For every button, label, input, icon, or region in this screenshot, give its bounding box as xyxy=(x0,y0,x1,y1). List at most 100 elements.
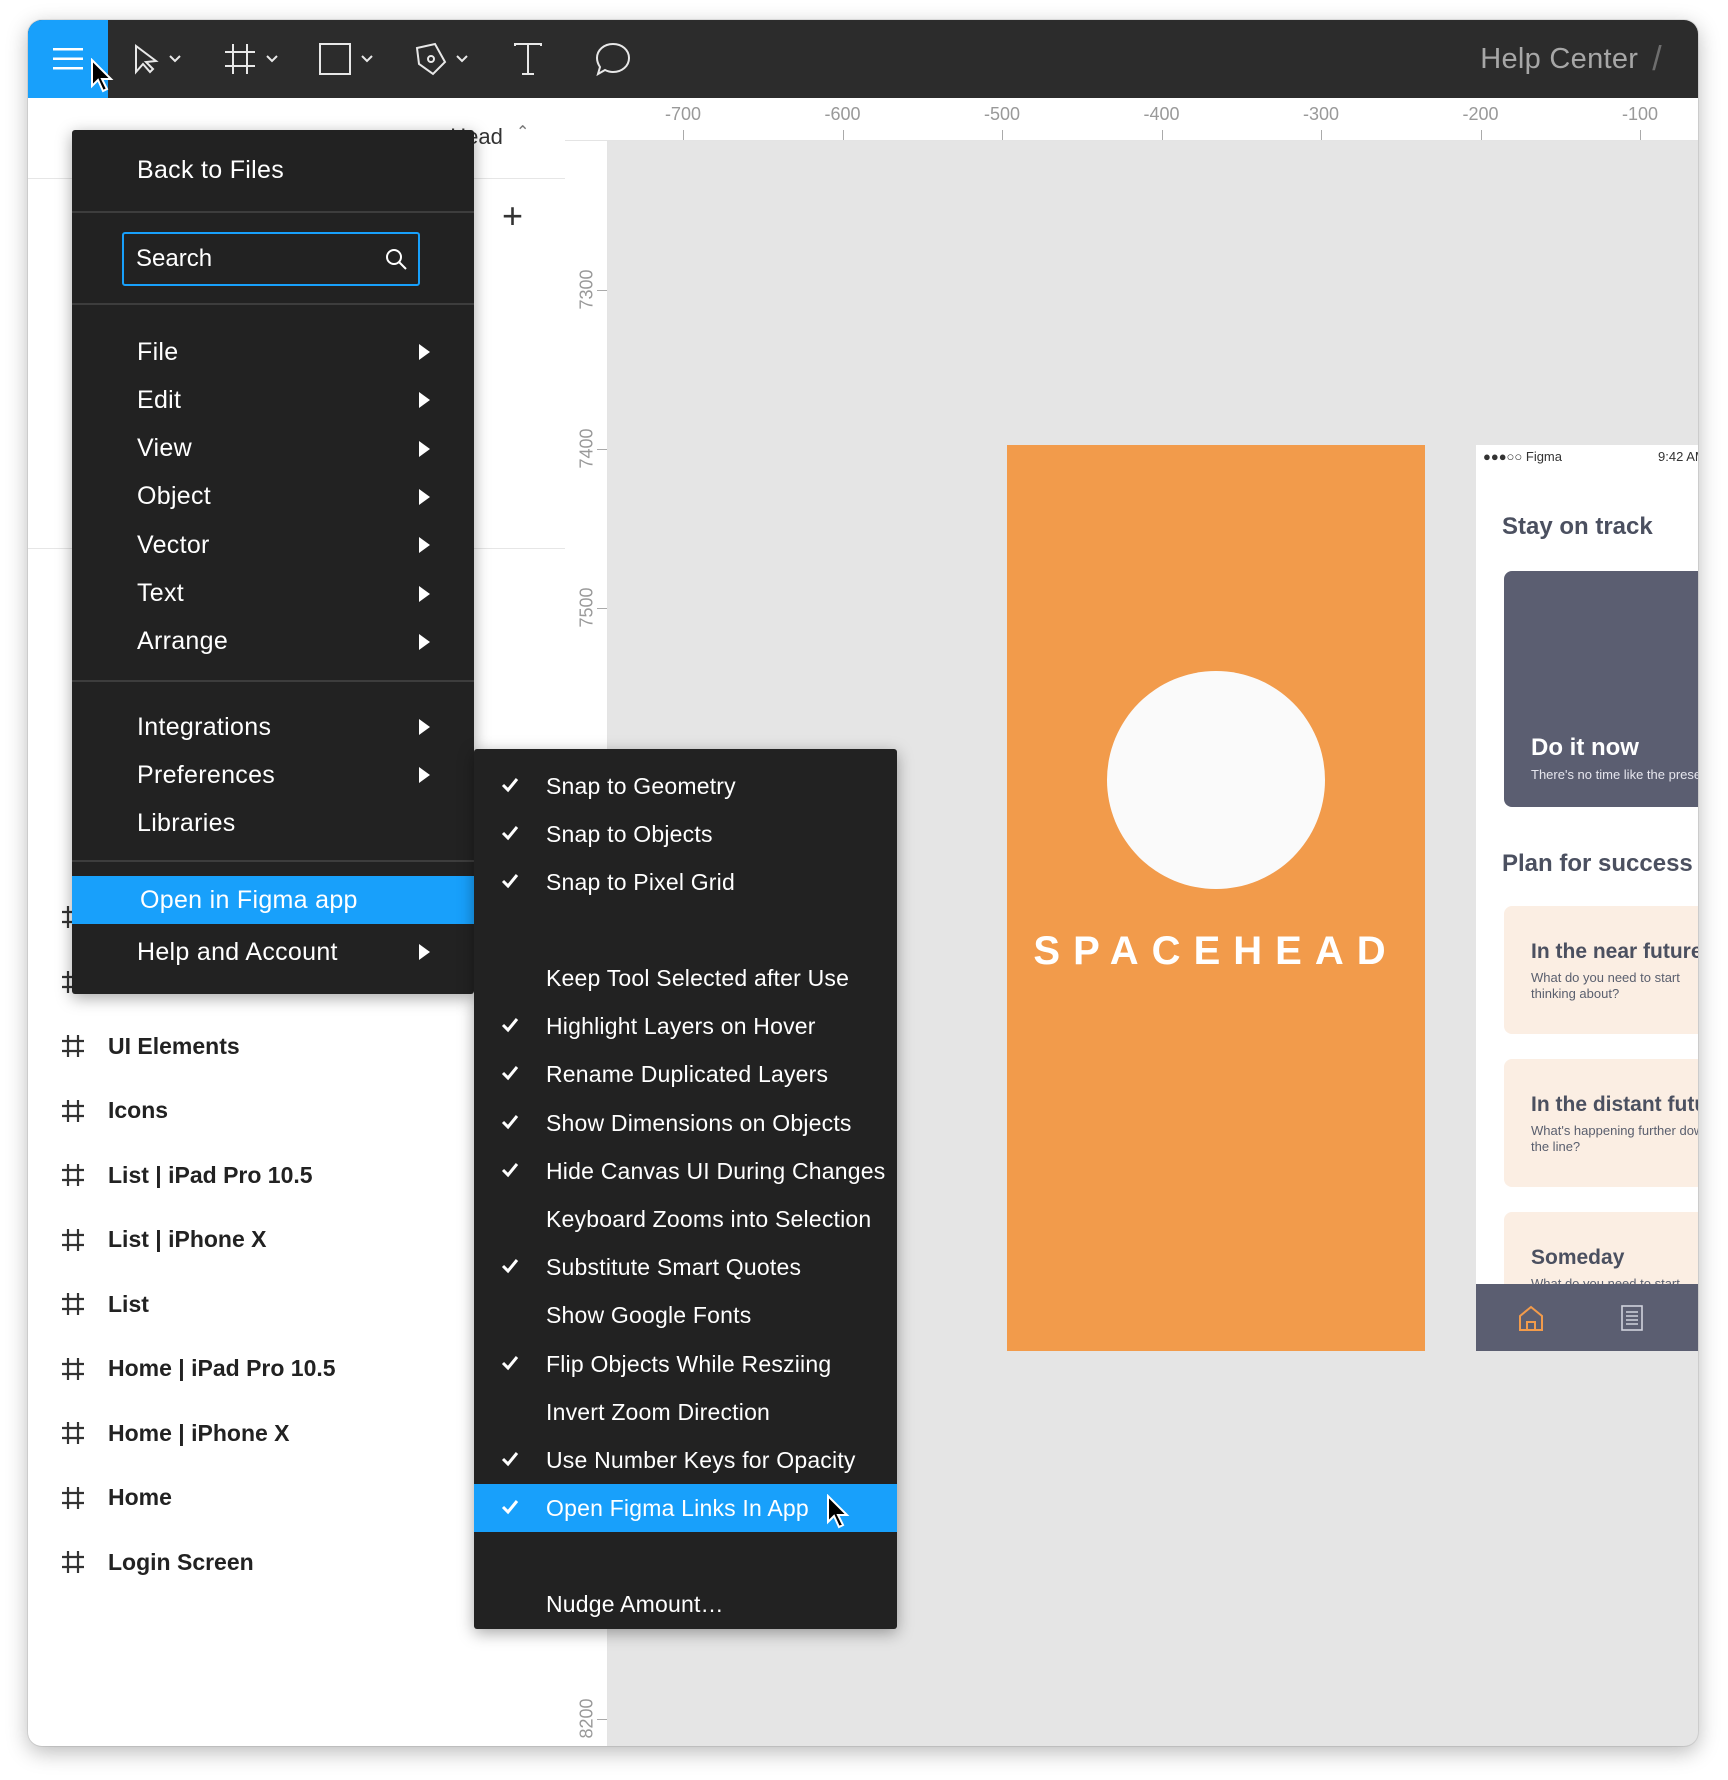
frame-icon xyxy=(62,1035,84,1057)
home-icon xyxy=(1519,1305,1543,1331)
mouse-cursor-icon xyxy=(827,1494,850,1529)
menu-item-label: Vector xyxy=(137,530,210,559)
menu-item-vector[interactable]: Vector xyxy=(72,521,474,569)
preference-label: Hide Canvas UI During Changes xyxy=(546,1157,886,1184)
layer-row[interactable]: Home | iPhone X xyxy=(60,1413,290,1453)
breadcrumb[interactable]: Help Center / xyxy=(1480,20,1662,98)
preference-label: Snap to Objects xyxy=(546,820,713,847)
preference-item[interactable]: Highlight Layers on Hover xyxy=(474,1002,897,1050)
ruler-label: -200 xyxy=(1462,104,1499,124)
preference-item[interactable]: Snap to Objects xyxy=(474,810,897,858)
preference-item[interactable]: Rename Duplicated Layers xyxy=(474,1050,897,1098)
frame-tool-button[interactable] xyxy=(218,20,288,98)
preference-item[interactable]: Nudge Amount… xyxy=(474,1580,897,1628)
layer-row[interactable]: List | iPhone X xyxy=(60,1220,267,1260)
status-time: 9:42 AM xyxy=(1658,449,1698,464)
menu-item-text[interactable]: Text xyxy=(72,570,474,618)
phone-frame[interactable]: ●●●○○ Figma 9:42 AM Stay on track Do it … xyxy=(1476,445,1698,1351)
checkmark-icon xyxy=(501,1500,519,1515)
menu-item-preferences[interactable]: Preferences xyxy=(72,751,474,799)
menu-item-view[interactable]: View xyxy=(72,425,474,473)
preference-item[interactable]: Use Number Keys for Opacity xyxy=(474,1436,897,1484)
move-tool-button[interactable] xyxy=(123,20,193,98)
card-title: In the near future xyxy=(1531,940,1698,963)
layer-row[interactable]: List xyxy=(60,1284,149,1324)
menu-item-edit[interactable]: Edit xyxy=(72,376,474,424)
menu-item-label: View xyxy=(137,434,192,463)
preference-item[interactable]: Snap to Pixel Grid xyxy=(474,858,897,906)
layer-row[interactable]: List | iPad Pro 10.5 xyxy=(60,1155,313,1195)
menu-item-label: Back to Files xyxy=(137,155,285,184)
horizontal-ruler: -700 -600 -500 -400 -300 -200 -100 xyxy=(565,98,1698,141)
spacehead-frame[interactable]: SPACEHEAD xyxy=(1007,445,1425,1351)
frame-icon xyxy=(62,1293,84,1315)
preference-item[interactable]: Show Dimensions on Objects xyxy=(474,1099,897,1147)
menu-divider xyxy=(72,860,474,862)
layer-row[interactable]: UI Elements xyxy=(60,1026,240,1066)
checkmark-icon xyxy=(501,1452,519,1467)
submenu-arrow-icon xyxy=(419,944,430,960)
ruler-tick xyxy=(597,290,607,291)
toolbar: Help Center / xyxy=(28,20,1698,98)
project-name[interactable]: Help Center xyxy=(1480,43,1638,76)
help-and-account-item[interactable]: Help and Account xyxy=(72,928,474,976)
layer-name: Home xyxy=(108,1484,172,1510)
preference-label: Show Dimensions on Objects xyxy=(546,1109,852,1136)
checkmark-icon xyxy=(501,1018,519,1033)
layer-row[interactable]: Login Screen xyxy=(60,1542,254,1582)
ruler-label: 7300 xyxy=(576,269,597,310)
preference-item[interactable]: Keep Tool Selected after Use xyxy=(474,954,897,1002)
preference-label: Keyboard Zooms into Selection xyxy=(546,1205,872,1232)
preference-item[interactable]: Invert Zoom Direction xyxy=(474,1388,897,1436)
menu-item-label: Open in Figma app xyxy=(140,885,358,914)
preference-label: Substitute Smart Quotes xyxy=(546,1253,802,1280)
preference-label: Show Google Fonts xyxy=(546,1301,752,1328)
open-in-figma-app-item[interactable]: Open in Figma app xyxy=(72,876,474,924)
menu-item-label: Preferences xyxy=(137,760,276,789)
submenu-arrow-icon xyxy=(419,633,430,650)
layer-row[interactable]: Icons xyxy=(60,1091,168,1131)
preference-label: Snap to Geometry xyxy=(546,772,736,799)
layer-name: List | iPad Pro 10.5 xyxy=(108,1161,313,1188)
layer-name: List xyxy=(108,1290,149,1317)
breadcrumb-separator: / xyxy=(1652,39,1662,78)
card-subtitle: There's no time like the present xyxy=(1531,767,1698,782)
ruler-tick xyxy=(597,1719,607,1720)
submenu-arrow-icon xyxy=(419,344,430,360)
menu-search-box[interactable] xyxy=(122,232,420,286)
status-carrier: ●●●○○ Figma xyxy=(1483,449,1562,464)
ruler-tick xyxy=(1161,130,1163,140)
menu-search-input[interactable] xyxy=(136,234,376,284)
submenu-arrow-icon xyxy=(419,537,430,554)
comment-tool-button[interactable] xyxy=(585,20,641,98)
checkmark-icon xyxy=(501,1259,519,1274)
spacehead-wordmark: SPACEHEAD xyxy=(1033,929,1399,973)
preference-item[interactable]: Keyboard Zooms into Selection xyxy=(474,1195,897,1243)
shape-tool-button[interactable] xyxy=(313,20,383,98)
menu-item-object[interactable]: Object xyxy=(72,473,474,521)
layer-row[interactable]: Home xyxy=(60,1478,172,1518)
pen-tool-button[interactable] xyxy=(408,20,478,98)
plan-card: In the near future What do you need to s… xyxy=(1504,906,1698,1034)
text-tool-button[interactable] xyxy=(503,20,553,98)
list-icon xyxy=(1621,1305,1643,1331)
preference-item[interactable]: Show Google Fonts xyxy=(474,1291,897,1339)
chevron-up-icon[interactable]: ⌃ xyxy=(516,122,529,142)
menu-item-arrange[interactable]: Arrange xyxy=(72,618,474,666)
main-menu: Back to Files Open in Figma app Help and… xyxy=(72,130,474,994)
menu-item-libraries[interactable]: Libraries xyxy=(72,800,474,848)
ruler-tick xyxy=(1321,130,1322,140)
checkmark-icon xyxy=(501,874,519,889)
menu-item-file[interactable]: File xyxy=(72,328,474,376)
frame-icon xyxy=(62,1357,84,1380)
ruler-label: 7400 xyxy=(576,428,597,469)
preference-item[interactable]: Hide Canvas UI During Changes xyxy=(474,1147,897,1195)
add-page-button[interactable]: + xyxy=(502,198,523,234)
menu-item-integrations[interactable]: Integrations xyxy=(72,703,474,751)
back-to-files-item[interactable]: Back to Files xyxy=(72,146,474,194)
plan-card: In the distant future What's happening f… xyxy=(1504,1059,1698,1187)
preference-item[interactable]: Flip Objects While Resziing xyxy=(474,1340,897,1388)
preference-item[interactable]: Snap to Geometry xyxy=(474,762,897,810)
preference-item[interactable]: Substitute Smart Quotes xyxy=(474,1243,897,1291)
layer-row[interactable]: Home | iPad Pro 10.5 xyxy=(60,1349,336,1389)
